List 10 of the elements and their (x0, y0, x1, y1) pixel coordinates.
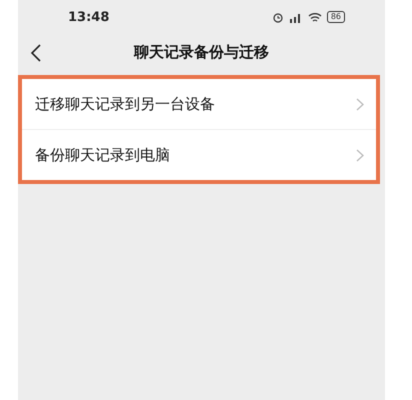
battery-level: 86 (326, 11, 345, 23)
menu-item[interactable]: 备份聊天记录到电脑 (35, 146, 170, 164)
menu-item[interactable]: 迁移聊天记录到另一台设备 (35, 94, 215, 114)
status-time: 13:48 (68, 10, 110, 24)
wifi-icon (308, 12, 322, 22)
chevron-icon (356, 148, 364, 162)
alarm-icon (272, 11, 284, 23)
page-title: 聊天记录备份与迁移 (134, 42, 269, 62)
signal-icon (288, 12, 303, 22)
chevron-icon (356, 98, 364, 110)
